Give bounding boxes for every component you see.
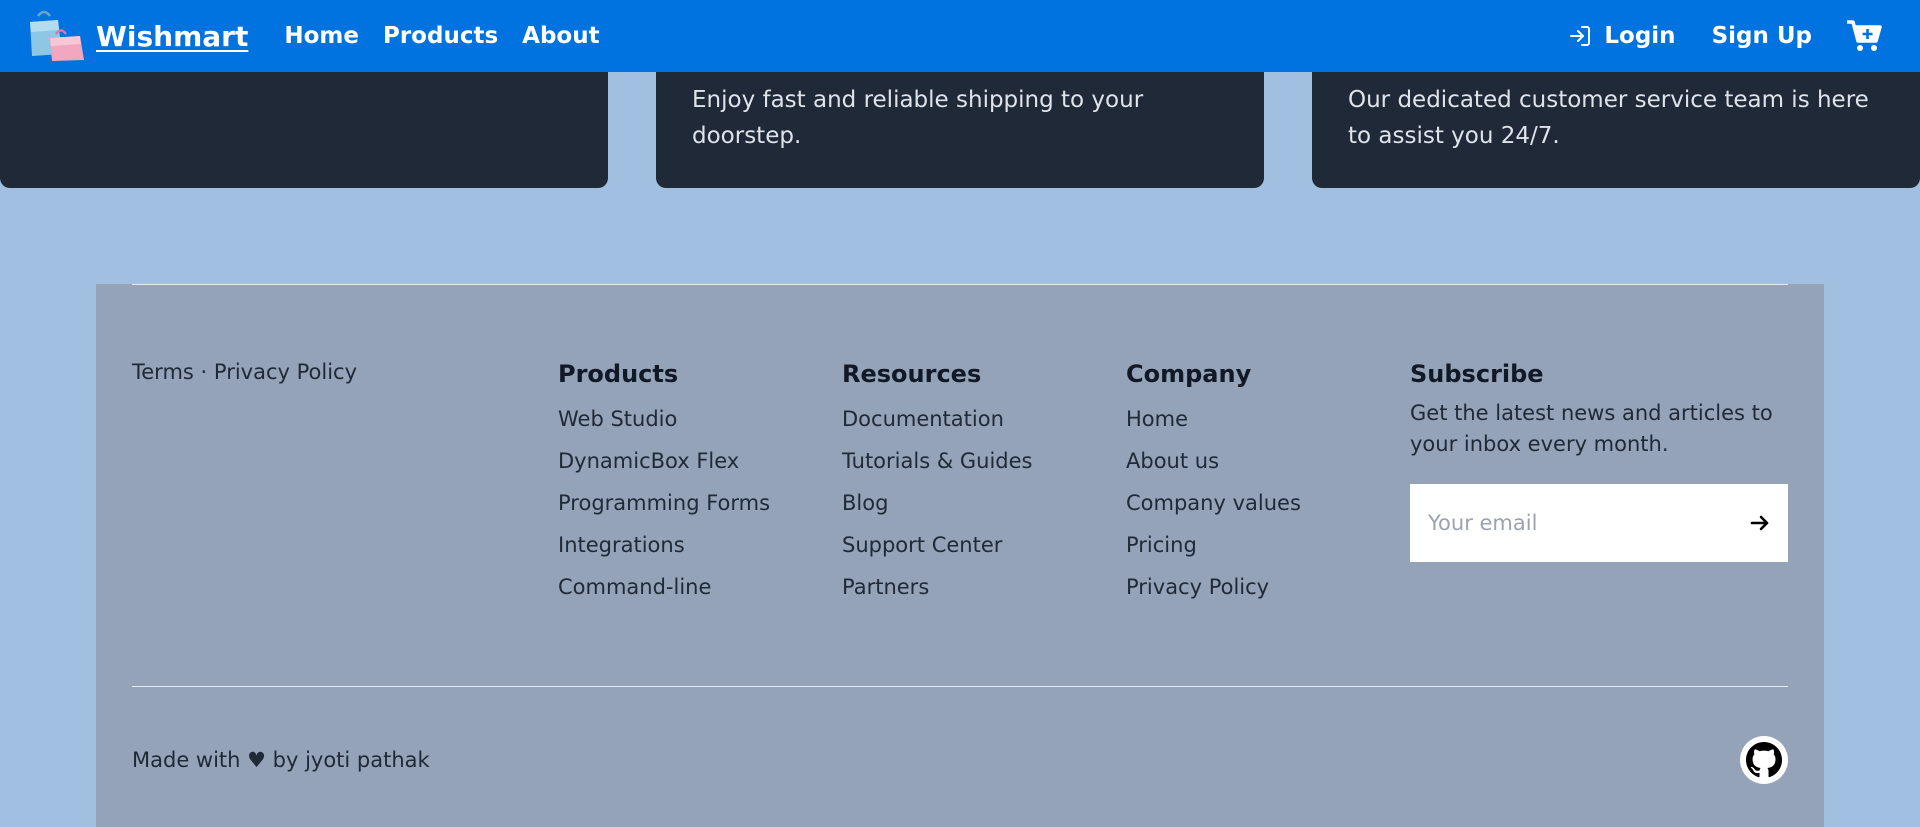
arrow-right-icon (1750, 515, 1769, 531)
products-heading: Products (558, 360, 679, 388)
nav-links: Home Products About (284, 23, 599, 49)
footer-link-web-studio[interactable]: Web Studio (558, 398, 828, 440)
footer-company-column: Company Home About us Company values Pri… (1126, 360, 1396, 608)
terms-link[interactable]: Terms (132, 360, 194, 384)
nav-products[interactable]: Products (383, 23, 498, 49)
cart-button[interactable] (1846, 19, 1882, 53)
footer-link-programming-forms[interactable]: Programming Forms (558, 482, 828, 524)
feature-card-1 (0, 60, 608, 188)
github-icon (1746, 742, 1782, 778)
footer-link-dynamicbox-flex[interactable]: DynamicBox Flex (558, 440, 828, 482)
subscribe-submit-button[interactable] (1750, 513, 1770, 533)
subscribe-description: Get the latest news and articles to your… (1410, 401, 1773, 456)
footer-link-privacy-policy[interactable]: Privacy Policy (1126, 566, 1396, 608)
email-input[interactable] (1428, 511, 1750, 535)
github-link[interactable] (1740, 736, 1788, 784)
footer-link-home[interactable]: Home (1126, 398, 1396, 440)
navbar: Wishmart Home Products About Login Sign … (0, 0, 1920, 72)
company-heading: Company (1126, 360, 1252, 388)
footer-link-partners[interactable]: Partners (842, 566, 1112, 608)
login-arrow-icon (1570, 26, 1591, 46)
footer-link-integrations[interactable]: Integrations (558, 524, 828, 566)
cart-plus-icon (1847, 20, 1882, 51)
made-with-credit: Made with ♥ by jyoti pathak (132, 748, 430, 772)
nav-actions: Login Sign Up (1568, 19, 1896, 53)
nav-about[interactable]: About (522, 23, 599, 49)
footer-link-documentation[interactable]: Documentation (842, 398, 1112, 440)
footer-resources-column: Resources Documentation Tutorials & Guid… (842, 360, 1112, 608)
footer-top-divider (132, 284, 1788, 285)
subscribe-heading: Subscribe (1410, 360, 1544, 388)
subscribe-form (1410, 484, 1788, 562)
footer-link-pricing[interactable]: Pricing (1126, 524, 1396, 566)
footer: Terms · Privacy Policy Products Web Stud… (96, 284, 1824, 827)
footer-link-blog[interactable]: Blog (842, 482, 1112, 524)
footer-link-about-us[interactable]: About us (1126, 440, 1396, 482)
footer-products-column: Products Web Studio DynamicBox Flex Prog… (558, 360, 828, 608)
footer-link-tutorials[interactable]: Tutorials & Guides (842, 440, 1112, 482)
signup-button[interactable]: Sign Up (1712, 23, 1812, 49)
login-button[interactable]: Login (1568, 23, 1676, 49)
brand-name: Wishmart (96, 19, 249, 53)
shipping-description: Enjoy fast and reliable shipping to your… (692, 87, 1144, 149)
legal-links: Terms · Privacy Policy (132, 360, 357, 384)
resources-heading: Resources (842, 360, 982, 388)
privacy-policy-link[interactable]: Privacy Policy (214, 360, 357, 384)
brand-link[interactable]: Wishmart (24, 10, 248, 62)
legal-separator: · (200, 360, 208, 384)
footer-bottom-divider (132, 686, 1788, 687)
feature-card-shipping: Enjoy fast and reliable shipping to your… (656, 60, 1264, 188)
support-description: Our dedicated customer service team is h… (1348, 87, 1869, 149)
nav-home[interactable]: Home (284, 23, 359, 49)
footer-subscribe-column: Subscribe Get the latest news and articl… (1410, 360, 1790, 562)
feature-card-support: Our dedicated customer service team is h… (1312, 60, 1920, 188)
footer-link-support-center[interactable]: Support Center (842, 524, 1112, 566)
footer-link-company-values[interactable]: Company values (1126, 482, 1396, 524)
login-label: Login (1604, 23, 1676, 49)
footer-link-command-line[interactable]: Command-line (558, 566, 828, 608)
shopping-bags-icon (24, 10, 86, 62)
